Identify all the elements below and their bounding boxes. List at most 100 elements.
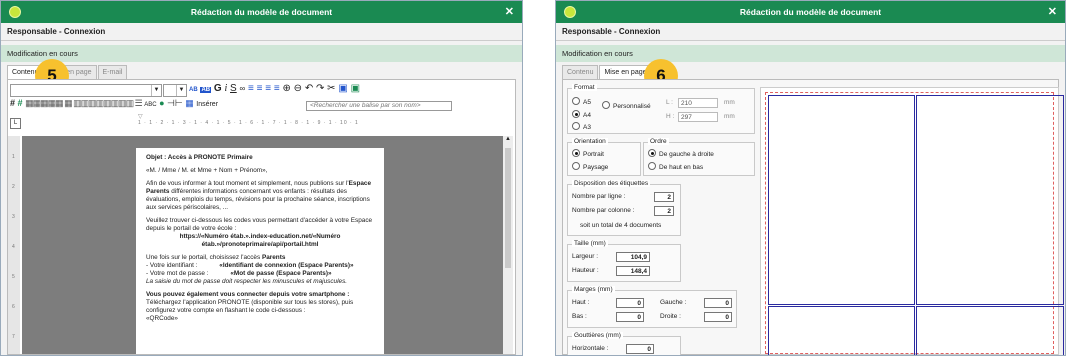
tag-search-input[interactable] — [306, 101, 452, 111]
underline-button[interactable]: S — [230, 83, 237, 94]
align-center-icon[interactable]: ≡ — [257, 83, 263, 94]
hauteur-input[interactable]: 148,4 — [616, 266, 650, 276]
radio-gauche-droite[interactable]: De gauche à droite — [648, 149, 714, 158]
editor-scrollbar[interactable]: ▲ — [503, 136, 513, 354]
horizontal-ruler: 1 · 1 · 2 · 1 · 3 · 1 · 4 · 1 · 5 · 1 · … — [138, 120, 359, 126]
close-icon[interactable]: ✕ — [505, 5, 514, 18]
qrcode-field: «QRCode» — [146, 315, 178, 322]
document-heading: Objet : Accès à PRONOTE Primaire — [146, 154, 253, 161]
hash-green-icon[interactable]: # — [18, 98, 23, 108]
width-unit: mm — [724, 99, 735, 106]
radio-portrait[interactable]: Portrait — [572, 149, 604, 158]
document-paragraph-3: Une fois sur le portail, choisissez l'ac… — [146, 254, 286, 261]
per-col-input[interactable]: 2 — [654, 206, 674, 216]
taille-group: Taille (mm) Largeur : 104,9 Hauteur : 14… — [567, 240, 681, 282]
page-preview — [760, 87, 1064, 355]
height-unit: mm — [724, 113, 735, 120]
tab-stop-icon[interactable]: L — [10, 118, 21, 129]
document-paragraph-1: Afin de vous informer à tout moment et s… — [146, 180, 372, 211]
document-page[interactable]: Objet : Accès à PRONOTE Primaire «M. / M… — [136, 148, 384, 354]
align-left-icon[interactable]: ≡ — [248, 83, 254, 94]
align-right-icon[interactable]: ≡ — [265, 83, 271, 94]
font-color-icon[interactable]: AB — [189, 87, 198, 93]
horizontale-input[interactable]: 0 — [626, 344, 654, 354]
vertical-ruler: 1 2 3 4 5 6 7 — [8, 136, 20, 354]
table-tools-icons[interactable]: ▦▦▦▦▦ ▦ ▥▥▥▥▥▥▥▥ ☰ — [25, 98, 143, 108]
height-input[interactable]: 297 — [678, 112, 718, 122]
redo-icon[interactable]: ↷ — [316, 83, 324, 94]
link-icon[interactable]: ∞ — [239, 84, 245, 93]
font-size-select[interactable]: ▼ — [163, 84, 187, 97]
password-line: - Votre mot de passe : «Mot de passe (Es… — [146, 270, 332, 277]
content-panel: ▼ ▼ AB AB G i S ∞ ≡ ≡ ≡ ≡ ⊕ ⊖ ↶ ↷ ✂ ▣ ▣ … — [7, 79, 516, 355]
largeur-label: Largeur : — [572, 253, 599, 260]
gauche-label: Gauche : — [660, 299, 687, 306]
password-note: La saisie du mot de passe doit respecter… — [146, 278, 348, 285]
radio-a3[interactable]: A3 — [572, 122, 591, 131]
document-editor[interactable]: Objet : Accès à PRONOTE Primaire «M. / M… — [22, 136, 513, 354]
marges-group: Marges (mm) Haut : 0 Bas : 0 Gauche : 0 … — [567, 286, 737, 328]
smartphone-heading: Vous pouvez également vous connecter dep… — [146, 291, 350, 298]
radio-a4[interactable]: A4 — [572, 110, 591, 119]
haut-input[interactable]: 0 — [616, 298, 644, 308]
editor-window-layout: Rédaction du modèle de document ✕ Respon… — [555, 0, 1066, 356]
chevron-down-icon: ▼ — [151, 85, 161, 96]
radio-personnalise[interactable]: Personnalisé — [602, 101, 651, 110]
table-toolbar: # # ▦▦▦▦▦ ▦ ▥▥▥▥▥▥▥▥ ☰ ABC ● ⊣⊢ ▦ Insére… — [10, 98, 218, 111]
format-group: Format A5 A4 A3 Personnalisé L : 210 mm … — [567, 84, 755, 134]
gouttieres-legend: Gouttières (mm) — [572, 332, 623, 339]
tab-contenu[interactable]: Contenu — [562, 65, 599, 79]
tab-bar: Contenu Mise en page — [562, 65, 653, 79]
per-row-input[interactable]: 2 — [654, 192, 674, 202]
scrollbar-thumb[interactable] — [505, 148, 511, 268]
document-paragraph-2: Veuillez trouver ci-dessous les codes vo… — [146, 217, 373, 232]
droite-label: Droite : — [660, 313, 681, 320]
indent-marker-icon[interactable]: ▽ — [138, 113, 143, 120]
smartphone-paragraph: Téléchargez l'application PRONOTE (dispo… — [146, 299, 354, 314]
zoom-out-icon[interactable]: ⊖ — [294, 83, 302, 94]
radio-haut-bas[interactable]: De haut en bas — [648, 162, 703, 171]
radio-paysage[interactable]: Paysage — [572, 162, 608, 171]
cut-icon[interactable]: ✂ — [327, 83, 335, 94]
paste-icon[interactable]: ▣ — [338, 83, 347, 94]
width-input[interactable]: 210 — [678, 98, 718, 108]
hash-icon[interactable]: # — [10, 98, 15, 108]
chevron-down-icon: ▼ — [176, 85, 186, 96]
insert-label: Insérer — [196, 101, 219, 108]
window-title: Rédaction du modèle de document — [739, 7, 882, 17]
width-label: L : — [666, 99, 673, 106]
highlight-color-icon[interactable]: AB — [200, 87, 212, 93]
undo-icon[interactable]: ↶ — [305, 83, 313, 94]
status-bar: Modification en cours — [556, 45, 1065, 62]
largeur-input[interactable]: 104,9 — [616, 252, 650, 262]
format-legend: Format — [572, 84, 597, 91]
label-cell — [916, 306, 1064, 355]
horizontale-label: Horizontale : — [572, 345, 609, 352]
orientation-group: Orientation Portrait Paysage — [567, 138, 641, 176]
orientation-legend: Orientation — [572, 138, 608, 145]
radio-a5[interactable]: A5 — [572, 97, 591, 106]
scroll-up-icon[interactable]: ▲ — [503, 136, 513, 142]
image-icon[interactable]: ▣ — [351, 83, 360, 94]
insert-table-icon[interactable]: ▦ — [185, 98, 194, 108]
taille-legend: Taille (mm) — [572, 240, 608, 247]
paragraph-style-select[interactable]: ▼ — [10, 84, 162, 97]
title-bar: Rédaction du modèle de document ✕ — [1, 1, 522, 23]
gouttieres-group: Gouttières (mm) Horizontale : 0 — [567, 332, 681, 355]
italic-button[interactable]: i — [224, 83, 227, 94]
bold-button[interactable]: G — [214, 83, 222, 94]
ruler-toggle-icon[interactable]: ⊣⊢ — [167, 98, 183, 108]
color-picker-icon[interactable]: ● — [159, 98, 164, 108]
gauche-input[interactable]: 0 — [704, 298, 732, 308]
window-subtitle: Responsable - Connexion — [556, 23, 1065, 41]
close-icon[interactable]: ✕ — [1048, 5, 1057, 18]
total-documents: soit un total de 4 documents — [580, 222, 662, 229]
justify-icon[interactable]: ≡ — [274, 83, 280, 94]
bas-input[interactable]: 0 — [616, 312, 644, 322]
droite-input[interactable]: 0 — [704, 312, 732, 322]
status-bar: Modification en cours — [1, 45, 522, 62]
tab-email[interactable]: E-mail — [97, 65, 128, 79]
bas-label: Bas : — [572, 313, 587, 320]
abc-field-icon[interactable]: ABC — [144, 102, 156, 108]
zoom-in-icon[interactable]: ⊕ — [282, 83, 290, 94]
